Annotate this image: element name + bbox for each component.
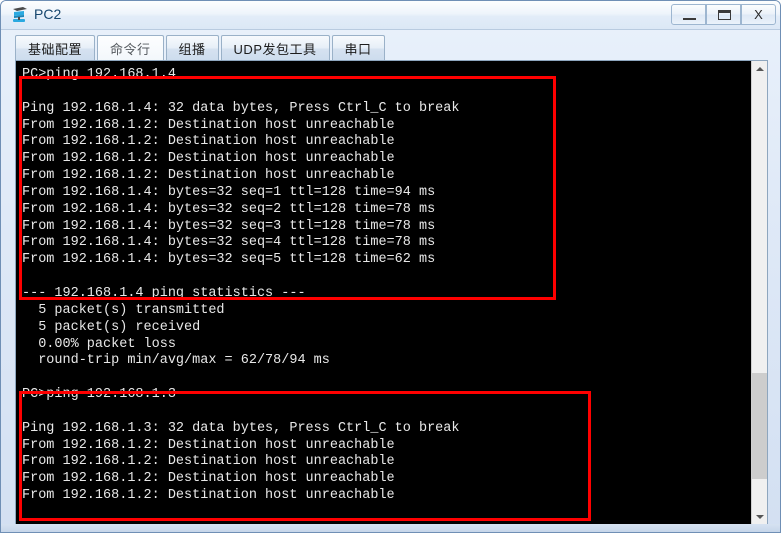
tab-label: 命令行 bbox=[110, 42, 151, 57]
tab-strip: 基础配置 命令行 组播 UDP发包工具 串口 bbox=[15, 34, 387, 61]
tab-serial-port[interactable]: 串口 bbox=[331, 35, 385, 61]
tab-label: 串口 bbox=[344, 42, 372, 57]
title-bar[interactable]: PC2 X bbox=[1, 1, 780, 30]
tab-label: 基础配置 bbox=[28, 42, 83, 57]
tab-basic-config[interactable]: 基础配置 bbox=[15, 35, 96, 61]
chevron-down-icon bbox=[755, 515, 764, 519]
tab-udp-packet-tool[interactable]: UDP发包工具 bbox=[220, 35, 330, 61]
maximize-button[interactable] bbox=[706, 4, 741, 25]
tab-multicast[interactable]: 组播 bbox=[165, 35, 219, 61]
tab-label: 组播 bbox=[178, 42, 206, 57]
pc-device-icon bbox=[10, 5, 30, 25]
command-line-console[interactable]: PC>ping 192.168.1.4 Ping 192.168.1.4: 32… bbox=[15, 60, 768, 526]
window-bottom-strip bbox=[1, 524, 780, 532]
tab-label: UDP发包工具 bbox=[233, 42, 317, 57]
minimize-button[interactable] bbox=[671, 4, 706, 25]
window-title: PC2 bbox=[34, 6, 62, 22]
scroll-up-icon[interactable] bbox=[752, 61, 767, 77]
close-button[interactable]: X bbox=[741, 4, 776, 25]
minimize-icon bbox=[683, 18, 696, 20]
chevron-up-icon bbox=[755, 67, 764, 71]
scroll-down-icon[interactable] bbox=[752, 509, 767, 525]
tab-command-line[interactable]: 命令行 bbox=[97, 35, 164, 61]
console-output: PC>ping 192.168.1.4 Ping 192.168.1.4: 32… bbox=[22, 67, 460, 504]
maximize-icon bbox=[718, 10, 731, 20]
scrollbar-thumb[interactable] bbox=[752, 373, 767, 479]
pc2-window: PC2 X 基础配置 命令行 组播 UDP发包工具 串口 PC>ping 192… bbox=[0, 0, 781, 533]
console-vertical-scrollbar[interactable] bbox=[751, 61, 767, 525]
close-icon: X bbox=[754, 7, 763, 22]
